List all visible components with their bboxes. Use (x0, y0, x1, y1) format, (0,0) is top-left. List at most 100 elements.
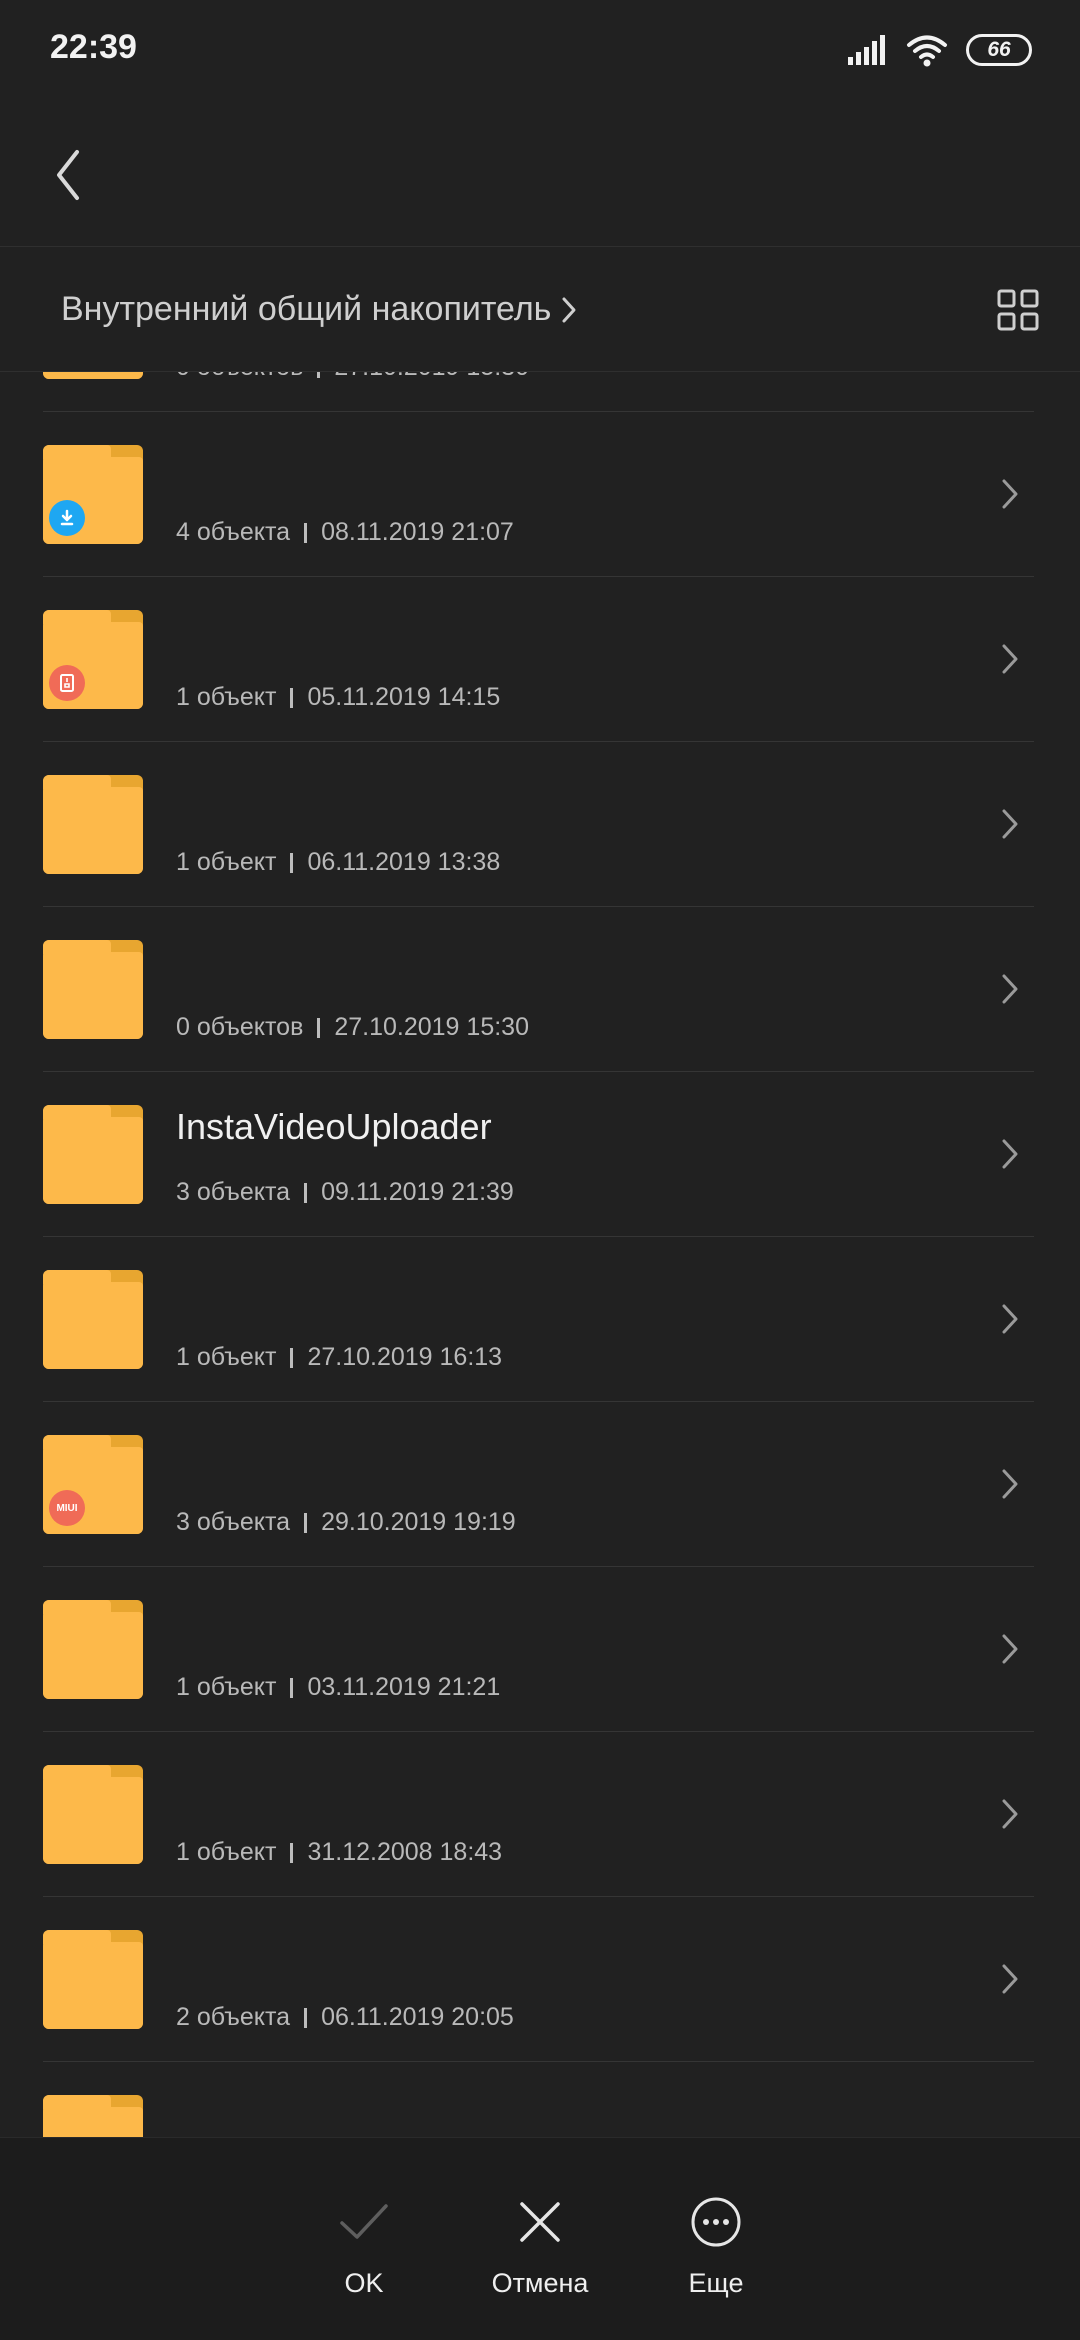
folder-item-count: 0 объектов (176, 372, 303, 382)
folder-icon (43, 2095, 143, 2137)
folder-name: InstaVideoUploader (176, 1106, 492, 1147)
folder-meta: 1 объект 31.12.2008 18:43 (176, 1838, 502, 1867)
folder-row[interactable]: 1 объект 03.11.2019 21:21 (0, 1567, 1080, 1732)
cancel-label: Отмена (491, 2268, 589, 2298)
chevron-right-icon (562, 297, 576, 322)
close-icon (520, 2202, 560, 2242)
folder-icon (43, 372, 143, 379)
folder-row[interactable]: 0 объектов 27.10.2019 15:30 (0, 372, 1080, 412)
folder-row[interactable]: MIUI 3 объекта 29.10.2019 19:19 (0, 1402, 1080, 1567)
chevron-right-icon (1000, 1961, 1020, 1997)
breadcrumb[interactable]: Внутренний общий накопитель (61, 290, 577, 329)
folder-date: 06.11.2019 13:38 (307, 848, 501, 876)
folder-item-count: 3 объекта (176, 1508, 291, 1536)
folder-item-count: 1 объект (176, 1673, 277, 1701)
folder-row[interactable]: 1 объект 27.10.2019 16:13 (0, 1237, 1080, 1402)
meta-separator (317, 372, 321, 378)
folder-meta: 2 объекта 06.11.2019 20:05 (176, 2003, 514, 2032)
folder-row[interactable]: 1 объект 05.11.2019 14:15 (0, 577, 1080, 742)
checkmark-icon (340, 2204, 388, 2239)
battery-icon: 66 (966, 34, 1032, 66)
chevron-right-icon (1000, 1301, 1020, 1337)
ok-button[interactable]: OK (294, 2196, 434, 2299)
folder-meta: 3 объекта 09.11.2019 21:39 (176, 1178, 514, 1207)
meta-separator (304, 1182, 308, 1203)
more-label: Еще (688, 2268, 744, 2298)
folder-icon (43, 775, 143, 874)
top-app-bar (0, 100, 1080, 247)
folder-item-count: 0 объектов (176, 1013, 304, 1041)
folder-icon (43, 1270, 143, 1369)
folder-icon (43, 1600, 143, 1699)
signal-icon (848, 35, 888, 65)
folder-meta: 0 объектов 27.10.2019 15:30 (176, 372, 529, 382)
grid-view-icon (997, 289, 1039, 331)
folder-meta: 0 объектов 27.10.2019 15:30 (176, 1013, 529, 1042)
folder-row[interactable]: InstaVideoUploader 3 объекта 09.11.2019 21… (0, 1072, 1080, 1237)
miui-badge-icon: MIUI (49, 1490, 85, 1526)
folder-date: 27.10.2019 16:13 (307, 1343, 503, 1371)
folder-date: 27.10.2019 15:30 (334, 372, 529, 382)
folder-date: 05.11.2019 14:15 (307, 683, 501, 711)
chevron-right-icon (1000, 971, 1020, 1007)
folder-meta: 1 объект 05.11.2019 14:15 (176, 683, 500, 712)
folder-row[interactable]: 2 объекта 06.11.2019 20:05 (0, 1897, 1080, 2062)
folder-date: 27.10.2019 15:30 (334, 1013, 529, 1041)
meta-separator (304, 1512, 308, 1533)
grid-view-button[interactable] (996, 288, 1040, 332)
chevron-right-icon (1000, 1631, 1020, 1667)
meta-separator (304, 522, 308, 543)
meta-separator (317, 1017, 321, 1038)
ok-label: OK (344, 2268, 384, 2298)
folder-item-count: 1 объект (176, 1838, 277, 1866)
meta-separator (290, 687, 294, 708)
breadcrumb-bar: Внутренний общий накопитель (0, 248, 1080, 372)
meta-separator (290, 1842, 294, 1863)
folder-item-count: 1 объект (176, 848, 277, 876)
folder-meta: 1 объект 06.11.2019 13:38 (176, 848, 500, 877)
folder-date: 29.10.2019 19:19 (321, 1508, 516, 1536)
folder-row[interactable]: 1 объект 06.11.2019 13:38 (0, 742, 1080, 907)
folder-icon (43, 445, 143, 544)
chevron-right-icon (1000, 641, 1020, 677)
status-bar: 22:39 66 (0, 0, 1080, 100)
folder-row[interactable]: 4 объекта 08.11.2019 21:07 (0, 412, 1080, 577)
back-button[interactable] (45, 140, 95, 210)
more-icon (691, 2197, 741, 2247)
folder-icon: MIUI (43, 1435, 143, 1534)
folder-row[interactable] (0, 2062, 1080, 2137)
folder-date: 09.11.2019 21:39 (321, 1178, 514, 1206)
folder-date: 06.11.2019 20:05 (321, 2003, 514, 2031)
folder-icon (43, 1765, 143, 1864)
cancel-button[interactable]: Отмена (470, 2196, 610, 2299)
folder-icon (43, 1930, 143, 2029)
folder-row[interactable]: 0 объектов 27.10.2019 15:30 (0, 907, 1080, 1072)
more-button[interactable]: Еще (646, 2196, 786, 2299)
folder-meta: 1 объект 03.11.2019 21:21 (176, 1673, 500, 1702)
folder-row[interactable]: 1 объект 31.12.2008 18:43 (0, 1732, 1080, 1897)
bottom-action-bar: OK Отмена Еще (0, 2137, 1080, 2340)
folder-meta: 1 объект 27.10.2019 16:13 (176, 1343, 502, 1372)
folder-icon (43, 610, 143, 709)
folder-item-count: 2 объекта (176, 2003, 291, 2031)
status-time: 22:39 (50, 28, 137, 66)
chevron-right-icon (1000, 1466, 1020, 1502)
meta-separator (290, 1677, 294, 1698)
archive-badge-icon (49, 665, 85, 701)
folder-item-count: 3 объекта (176, 1178, 291, 1206)
folder-item-count: 4 объекта (176, 518, 291, 546)
folder-icon (43, 940, 143, 1039)
status-icons: 66 (848, 30, 1032, 70)
folder-date: 03.11.2019 21:21 (307, 1673, 501, 1701)
folder-meta: 3 объекта 29.10.2019 19:19 (176, 1508, 516, 1537)
meta-separator (304, 2007, 308, 2028)
breadcrumb-label: Внутренний общий накопитель (61, 290, 552, 328)
wifi-icon (906, 33, 948, 67)
chevron-right-icon (1000, 806, 1020, 842)
folder-list[interactable]: 0 объектов 27.10.2019 15:30 4 объекта 08.11… (0, 372, 1080, 2137)
folder-date: 31.12.2008 18:43 (307, 1838, 503, 1866)
back-arrow-icon (57, 150, 79, 200)
chevron-right-icon (1000, 1796, 1020, 1832)
chevron-right-icon (1000, 1136, 1020, 1172)
chevron-right-icon (1000, 476, 1020, 512)
